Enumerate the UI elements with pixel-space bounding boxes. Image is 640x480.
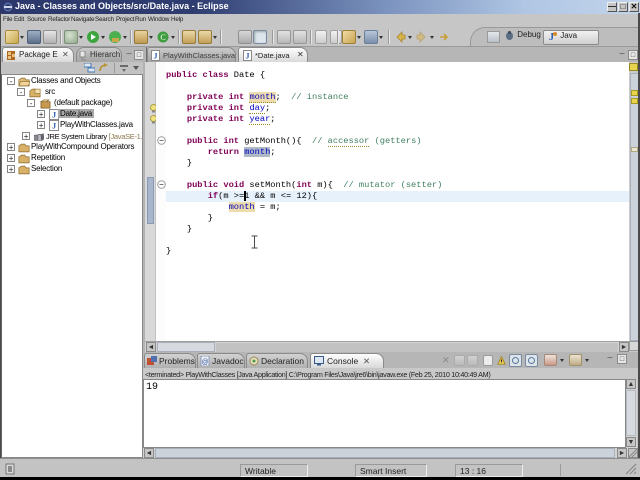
svg-text:J: J (246, 52, 250, 61)
svg-text:J: J (52, 111, 56, 120)
svg-text:J: J (154, 52, 158, 61)
svg-text:C: C (160, 33, 165, 42)
svg-text:J: J (52, 122, 56, 131)
svg-text:@: @ (201, 359, 208, 366)
